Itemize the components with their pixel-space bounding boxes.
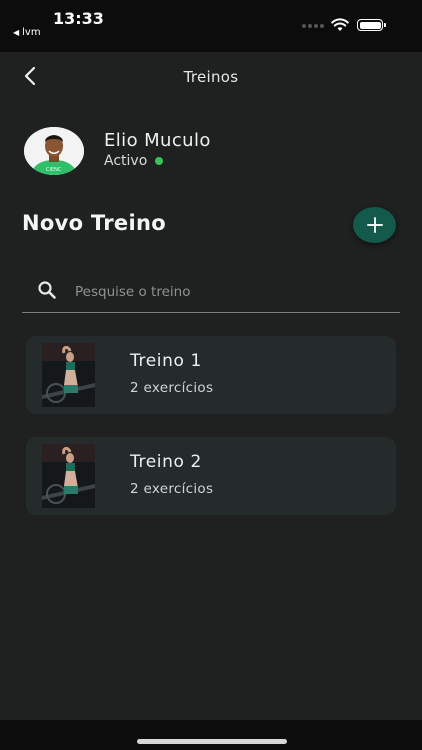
workout-card[interactable]: Treino 1 2 exercícios — [26, 336, 396, 414]
search-bar — [22, 271, 400, 313]
avatar: CIENC — [24, 127, 84, 175]
plus-icon — [366, 217, 383, 233]
svg-text:CIENC: CIENC — [46, 167, 62, 173]
page-title: Treinos — [183, 68, 239, 86]
add-workout-button[interactable] — [353, 207, 396, 243]
workout-exercise-count: 2 exercícios — [130, 481, 214, 497]
home-indicator[interactable] — [137, 739, 287, 744]
online-status-dot — [155, 157, 164, 165]
wifi-icon — [331, 18, 349, 31]
section-title: Novo Treino — [22, 211, 166, 235]
search-icon — [38, 281, 56, 299]
back-triangle-icon: ◀ — [13, 28, 20, 37]
user-status-label: Activo — [104, 153, 148, 169]
cellular-signal-icon — [302, 24, 324, 28]
workout-exercise-count: 2 exercícios — [130, 380, 214, 396]
workout-thumbnail — [42, 343, 95, 407]
back-app-label: lvm — [22, 27, 41, 38]
bottom-bar — [0, 720, 422, 750]
back-to-app-link[interactable]: ◀ lvm — [13, 27, 41, 38]
status-bar: 13:33 ◀ lvm — [0, 0, 422, 52]
status-time: 13:33 — [53, 9, 104, 28]
workout-thumbnail — [42, 444, 95, 508]
search-input[interactable] — [73, 279, 387, 305]
workout-title: Treino 2 — [130, 452, 202, 472]
user-status: Activo — [104, 153, 164, 169]
workout-card[interactable]: Treino 2 2 exercícios — [26, 437, 396, 515]
user-name: Elio Muculo — [104, 130, 211, 151]
battery-icon — [357, 19, 386, 31]
workout-title: Treino 1 — [130, 351, 202, 371]
